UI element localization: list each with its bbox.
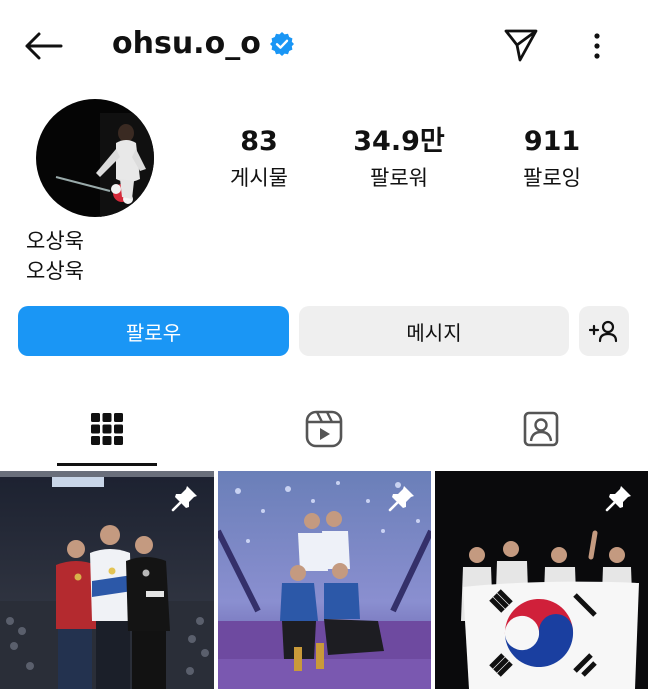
tagged-person-icon	[523, 411, 559, 447]
post-tile[interactable]	[218, 471, 431, 689]
tab-reels[interactable]	[274, 395, 374, 463]
arrow-left-icon	[25, 32, 63, 60]
following-label: 팔로잉	[523, 166, 581, 190]
pin-icon	[171, 486, 197, 512]
active-tab-indicator	[57, 463, 157, 466]
posts-label: 게시물	[230, 166, 288, 190]
pin-icon	[605, 486, 631, 512]
verified-badge-icon	[269, 31, 294, 56]
post-tile[interactable]	[435, 471, 648, 689]
direct-message-button[interactable]	[500, 24, 542, 66]
reels-icon	[305, 410, 343, 448]
followers-label: 팔로워	[370, 166, 428, 190]
more-options-button[interactable]	[582, 26, 612, 66]
vertical-dots-icon	[594, 33, 600, 59]
username-header: ohsu.o_o	[112, 26, 295, 61]
message-button[interactable]: 메시지	[299, 306, 569, 356]
profile-avatar[interactable]	[36, 99, 154, 217]
followers-count: 34.9만	[353, 126, 445, 157]
add-person-icon	[589, 320, 618, 343]
top-bar: ohsu.o_o	[0, 0, 648, 92]
following-count: 911	[523, 126, 581, 157]
posts-count: 83	[240, 126, 278, 157]
posts-stat[interactable]: 83 게시물	[199, 124, 319, 194]
profile-name: 오상욱	[26, 229, 84, 253]
tab-tagged[interactable]	[491, 395, 591, 463]
pin-icon	[388, 486, 414, 512]
avatar-image	[36, 99, 154, 217]
follow-button[interactable]: 팔로우	[18, 306, 289, 356]
post-tile[interactable]	[0, 471, 214, 689]
profile-tabs	[0, 395, 648, 467]
username: ohsu.o_o	[112, 26, 261, 61]
paper-plane-icon	[504, 29, 538, 62]
tab-posts-grid[interactable]	[57, 395, 157, 463]
posts-grid	[0, 471, 648, 689]
profile-bio: 오상욱	[26, 259, 84, 283]
grid-icon	[91, 413, 123, 445]
following-stat[interactable]: 911 팔로잉	[492, 124, 612, 194]
suggest-users-button[interactable]	[579, 306, 629, 356]
followers-stat[interactable]: 34.9만 팔로워	[339, 124, 459, 194]
back-button[interactable]	[22, 28, 64, 64]
profile-names: 오상욱 오상욱	[26, 226, 84, 286]
